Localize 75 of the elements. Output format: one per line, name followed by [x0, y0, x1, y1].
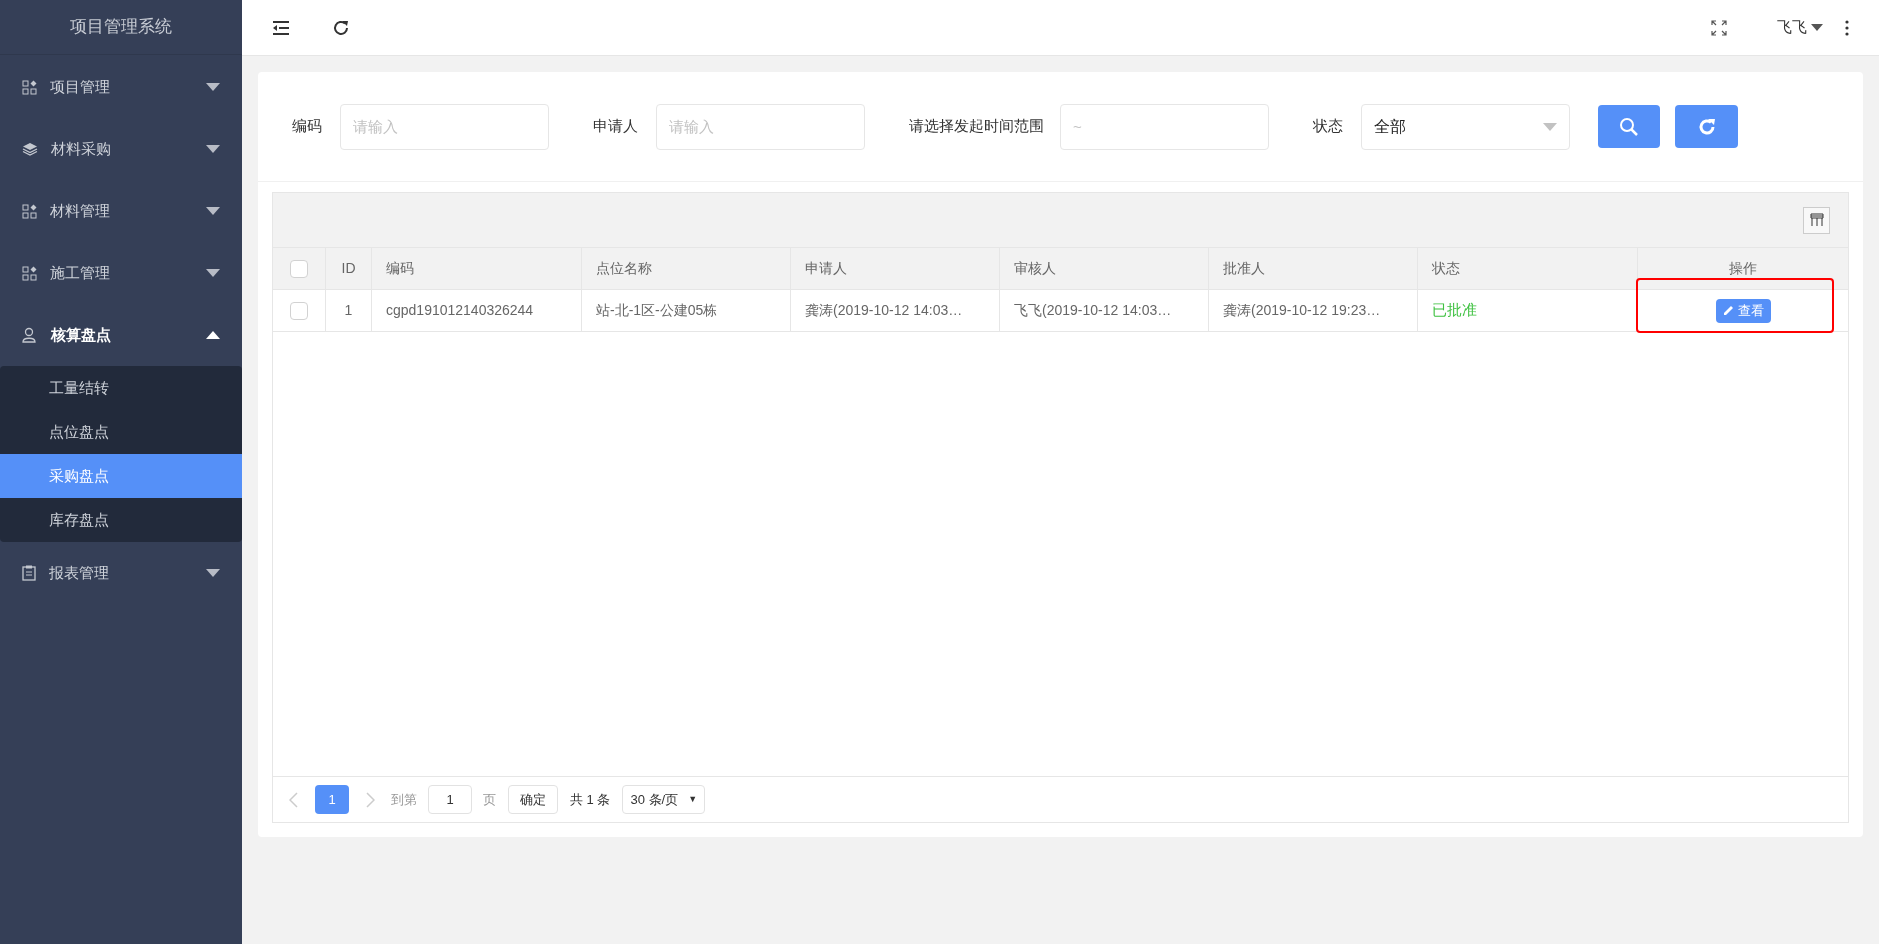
- confirm-button[interactable]: 确定: [508, 785, 558, 814]
- search-button[interactable]: [1598, 105, 1660, 148]
- page-size-select[interactable]: 30 条/页 ▼: [622, 785, 706, 814]
- caret-icon: [206, 269, 220, 277]
- caret-icon: [206, 83, 220, 91]
- menu-label: 核算盘点: [51, 324, 112, 345]
- table-cell: 飞飞(2019-10-12 14:03…: [1000, 290, 1209, 331]
- field-label: 请选择发起时间范围: [909, 116, 1044, 137]
- caret-icon: [206, 145, 220, 153]
- checkbox[interactable]: [290, 301, 308, 320]
- column-header: 状态: [1418, 248, 1638, 289]
- more-icon[interactable]: [1845, 19, 1849, 36]
- status-select[interactable]: 全部: [1361, 103, 1570, 150]
- applicant-input[interactable]: 请输入: [656, 103, 865, 150]
- menu-label: 报表管理: [49, 562, 110, 583]
- caret-icon: [1811, 24, 1823, 31]
- grid-icon: [22, 79, 37, 95]
- column-header: 编码: [372, 248, 582, 289]
- field-label: 申请人: [593, 116, 638, 137]
- menu-item[interactable]: 核算盘点: [0, 304, 242, 366]
- table-cell: 龚涛(2019-10-12 14:03…: [791, 290, 1000, 331]
- columns-toggle-button[interactable]: [1803, 206, 1830, 234]
- menu-item[interactable]: 材料采购: [0, 118, 242, 180]
- menu-label: 材料管理: [50, 200, 111, 221]
- caret-icon: [206, 207, 220, 215]
- app-title: 项目管理系统: [70, 16, 172, 39]
- table-cell: 站-北-1区-公建05栋: [582, 290, 791, 331]
- caret-icon: [206, 569, 220, 577]
- caret-icon: [1543, 122, 1557, 131]
- column-header: 审核人: [1000, 248, 1209, 289]
- menu-label: 材料采购: [51, 138, 112, 159]
- column-header: ID: [326, 248, 372, 289]
- menu-item[interactable]: 材料管理: [0, 180, 242, 242]
- layers-icon: [22, 142, 38, 156]
- table-cell: 龚涛(2019-10-12 19:23…: [1209, 290, 1418, 331]
- checkbox[interactable]: [290, 259, 308, 278]
- page-unit-label: 页: [483, 790, 496, 809]
- clipboard-icon: [22, 565, 36, 581]
- column-header: 批准人: [1209, 248, 1418, 289]
- goto-label: 到第: [391, 790, 417, 809]
- grid-icon: [22, 265, 37, 281]
- submenu-item[interactable]: 工量结转: [0, 366, 242, 410]
- field-label: 编码: [292, 116, 322, 137]
- prev-page-icon[interactable]: [289, 791, 298, 808]
- column-header: 操作: [1728, 259, 1758, 278]
- table-cell: 1: [326, 290, 372, 331]
- column-header: 点位名称: [582, 248, 791, 289]
- search-icon: [1619, 116, 1639, 137]
- menu-label: 施工管理: [50, 262, 111, 283]
- menu-item[interactable]: 施工管理: [0, 242, 242, 304]
- menu-item[interactable]: 报表管理: [0, 542, 242, 604]
- pencil-icon: [1722, 305, 1734, 316]
- page-input[interactable]: 1: [428, 785, 472, 814]
- columns-icon: [1809, 213, 1824, 227]
- table-cell: cgpd191012140326244: [372, 290, 582, 331]
- status-text: 已批准: [1418, 290, 1638, 331]
- reset-button[interactable]: [1675, 105, 1738, 148]
- code-input[interactable]: 请输入: [340, 103, 549, 150]
- menu-label: 项目管理: [50, 76, 111, 97]
- field-label: 状态: [1313, 116, 1343, 137]
- user-menu[interactable]: 飞飞: [1777, 16, 1823, 39]
- date-range-input[interactable]: ~: [1060, 103, 1269, 150]
- grid-icon: [22, 203, 37, 219]
- user-icon: [22, 327, 38, 343]
- column-header: 申请人: [791, 248, 1000, 289]
- next-page-icon[interactable]: [366, 791, 375, 808]
- caret-icon: [206, 331, 220, 339]
- total-count: 共 1 条: [570, 790, 611, 809]
- caret-icon: ▼: [688, 792, 698, 807]
- submenu-item[interactable]: 库存盘点: [0, 498, 242, 542]
- refresh-icon[interactable]: [332, 18, 350, 37]
- menu-item[interactable]: 项目管理: [0, 56, 242, 118]
- fullscreen-icon[interactable]: [1711, 19, 1727, 36]
- submenu-item[interactable]: 点位盘点: [0, 410, 242, 454]
- menu-collapse-icon[interactable]: [272, 19, 290, 36]
